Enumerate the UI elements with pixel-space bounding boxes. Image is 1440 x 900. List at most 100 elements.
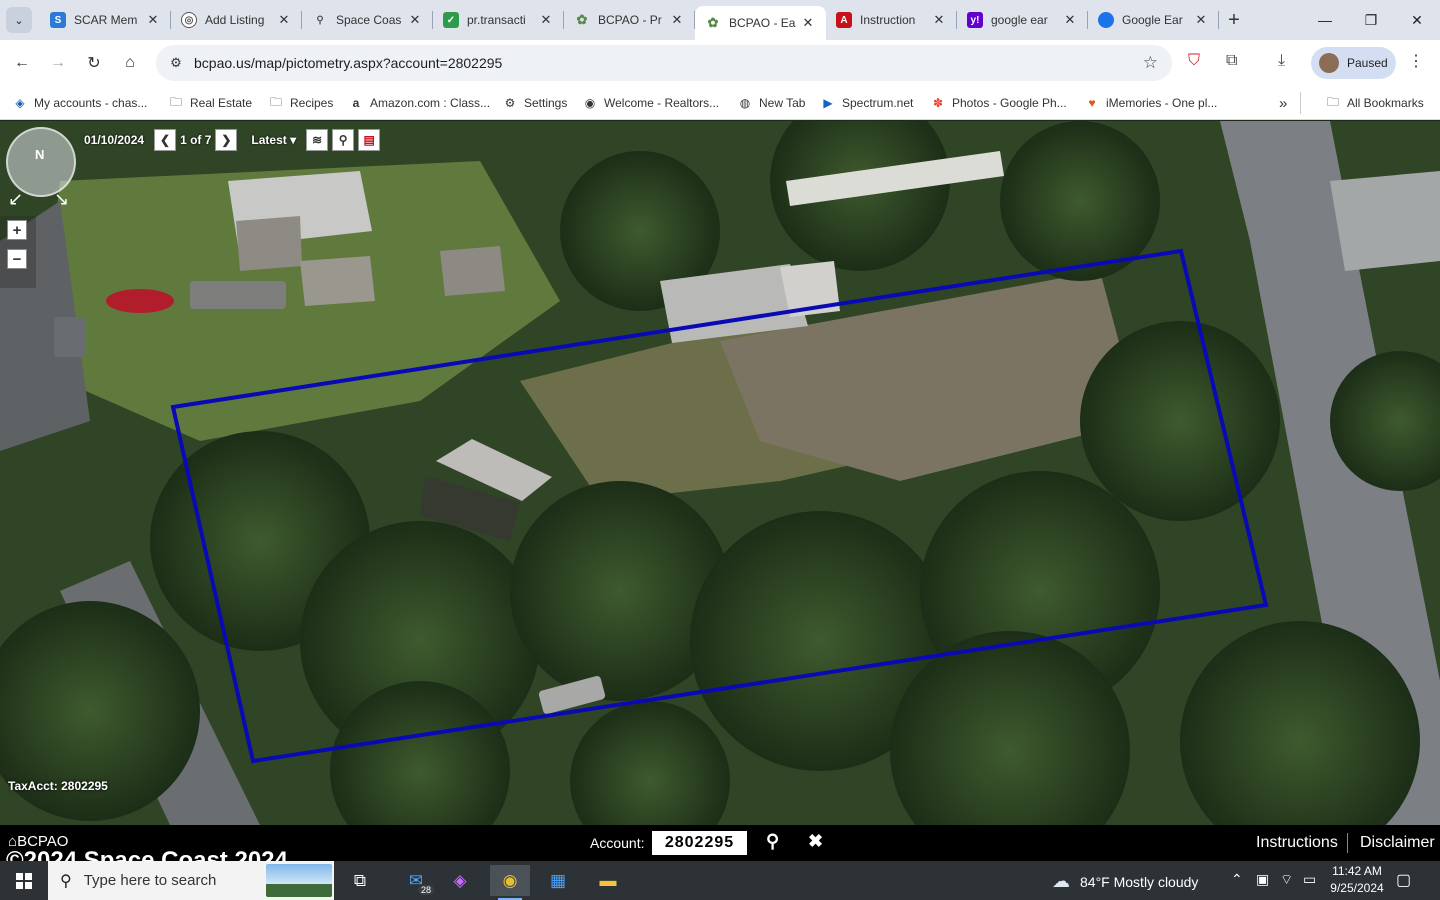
extensions-puzzle-icon[interactable]: ⧉ bbox=[1226, 52, 1237, 70]
aerial-map[interactable]: N ↙ ↘ + − 01/10/2024 ❮ 1 of 7 ❯ Latest ▾… bbox=[0, 121, 1440, 825]
tab-title: Google Ear bbox=[1122, 13, 1183, 27]
start-button[interactable] bbox=[0, 861, 48, 900]
bookmark-item[interactable]: ◉ Welcome - Realtors... bbox=[582, 93, 719, 113]
close-icon[interactable]: ✕ bbox=[800, 15, 816, 31]
bookmark-label: Recipes bbox=[290, 96, 334, 110]
bookmark-label: Photos - Google Ph... bbox=[952, 96, 1067, 110]
bookmarks-bar: ◈ My accounts - chas... 🗀 Real Estate 🗀 … bbox=[0, 86, 1440, 120]
close-icon[interactable]: ✕ bbox=[538, 12, 554, 28]
latest-dropdown[interactable]: Latest ▾ bbox=[251, 133, 296, 147]
bookmark-item[interactable]: ▶ Spectrum.net bbox=[820, 93, 913, 113]
chevron-double-right-icon: » bbox=[1279, 94, 1288, 112]
image-page-counter: 1 of 7 bbox=[180, 133, 212, 147]
restore-button[interactable]: ❐ bbox=[1348, 0, 1394, 40]
close-icon[interactable]: ✕ bbox=[669, 12, 685, 28]
bookmark-label: Settings bbox=[524, 96, 568, 110]
search-highlight-image bbox=[266, 864, 332, 897]
url-text[interactable]: bcpao.us/map/pictometry.aspx?account=280… bbox=[194, 55, 502, 71]
copilot-button[interactable]: ◈ bbox=[440, 865, 480, 896]
download-icon[interactable]: ⤓ bbox=[1278, 52, 1285, 70]
address-bar[interactable]: ⚙ bcpao.us/map/pictometry.aspx?account=2… bbox=[156, 45, 1172, 81]
pdf-export-button[interactable]: ▤ bbox=[358, 129, 381, 151]
store-icon: ▦ bbox=[549, 870, 567, 890]
reload-button[interactable]: ↻ bbox=[80, 49, 108, 77]
bookmark-item[interactable]: ♥ iMemories - One pl... bbox=[1084, 93, 1217, 113]
menu-icon[interactable]: ⋮ bbox=[1408, 51, 1424, 71]
mail-app-button[interactable]: ✉ 28 bbox=[396, 865, 436, 896]
close-icon[interactable]: ✕ bbox=[145, 12, 161, 28]
layers-button[interactable]: ≋ bbox=[306, 129, 329, 151]
bookmark-item[interactable]: 🗀 Recipes bbox=[268, 93, 333, 113]
new-tab-button[interactable]: + bbox=[1222, 8, 1246, 32]
reload-icon: ↻ bbox=[87, 55, 101, 72]
rotate-left-icon[interactable]: ↙ bbox=[8, 189, 23, 210]
next-image-button[interactable]: ❯ bbox=[215, 129, 238, 151]
previous-image-button[interactable]: ❮ bbox=[154, 129, 177, 151]
tab[interactable]: S SCAR Mem ✕ bbox=[40, 0, 171, 40]
system-clock[interactable]: 11:42 AM 9/25/2024 bbox=[1326, 863, 1388, 897]
bookmark-star-icon[interactable]: ☆ bbox=[1143, 53, 1158, 73]
tab-title: Add Listing bbox=[205, 13, 265, 27]
restore-icon: ❐ bbox=[1364, 11, 1378, 28]
account-input[interactable]: 2802295 bbox=[652, 831, 747, 855]
search-icon[interactable]: ⚲ bbox=[766, 831, 779, 852]
tab[interactable]: y! google ear ✕ bbox=[957, 0, 1088, 40]
chrome-app-button[interactable]: ◉ bbox=[490, 865, 530, 900]
copilot-icon: ◈ bbox=[453, 870, 467, 890]
profile-button[interactable]: Paused bbox=[1311, 47, 1396, 79]
bookmark-item[interactable]: 🗀 Real Estate bbox=[168, 93, 252, 113]
extension-icon[interactable]: ⛉ bbox=[1188, 52, 1200, 70]
layers-icon: ≋ bbox=[312, 133, 323, 147]
tab-search-button[interactable]: ⌄ bbox=[6, 7, 32, 33]
bookmark-item[interactable]: ◍ New Tab bbox=[737, 93, 806, 113]
store-app-button[interactable]: ▦ bbox=[538, 865, 578, 896]
arrow-left-icon: ← bbox=[14, 54, 30, 71]
aerial-imagery bbox=[0, 121, 1440, 825]
tab-title: Space Coas bbox=[336, 13, 402, 27]
tab[interactable]: ✿ BCPAO - Pr ✕ bbox=[564, 0, 695, 40]
tab[interactable]: Google Ear ✕ bbox=[1088, 0, 1219, 40]
instructions-link[interactable]: Instructions bbox=[1256, 834, 1338, 852]
bookmark-label: iMemories - One pl... bbox=[1106, 96, 1218, 110]
rotate-right-icon[interactable]: ↘ bbox=[54, 189, 69, 210]
tab[interactable]: ⚲ Space Coas ✕ bbox=[302, 0, 433, 40]
close-icon[interactable]: ✕ bbox=[1193, 12, 1209, 28]
notification-icon[interactable]: ▢ bbox=[1396, 870, 1411, 890]
meet-icon[interactable]: ▣ bbox=[1256, 871, 1269, 888]
bookmark-item[interactable]: ✽ Photos - Google Ph... bbox=[930, 93, 1067, 113]
zoom-out-button[interactable]: − bbox=[7, 249, 27, 269]
close-icon[interactable]: ✕ bbox=[1062, 12, 1078, 28]
clear-icon[interactable]: ✖ bbox=[808, 831, 823, 852]
bookmark-item[interactable]: ⚙ Settings bbox=[502, 93, 568, 113]
tab[interactable]: ✓ pr.transacti ✕ bbox=[433, 0, 564, 40]
bookmark-item[interactable]: ◈ My accounts - chas... bbox=[12, 93, 147, 113]
task-view-button[interactable]: ⧉ bbox=[340, 865, 380, 896]
forward-button[interactable]: → bbox=[44, 49, 72, 77]
chevron-up-icon[interactable]: ⌃ bbox=[1231, 871, 1243, 888]
disclaimer-link[interactable]: Disclaimer bbox=[1360, 834, 1435, 852]
wifi-icon[interactable]: ⌔ bbox=[1280, 871, 1293, 889]
bookmark-item[interactable]: a Amazon.com : Class... bbox=[348, 93, 490, 113]
navigation-bar: ← → ↻ ⌂ ⚙ bcpao.us/map/pictometry.aspx?a… bbox=[0, 40, 1440, 86]
tab-active[interactable]: ✿ BCPAO - Ea ✕ bbox=[695, 6, 826, 40]
mail-badge: 28 bbox=[417, 885, 434, 895]
file-explorer-button[interactable]: ▬ bbox=[588, 865, 628, 896]
tab[interactable]: A Instruction ✕ bbox=[826, 0, 957, 40]
close-window-button[interactable]: ✕ bbox=[1394, 0, 1440, 40]
tab[interactable]: ◎ Add Listing ✕ bbox=[171, 0, 302, 40]
weather-widget[interactable]: ☁ 84°F Mostly cloudy bbox=[1052, 871, 1198, 892]
back-button[interactable]: ← bbox=[8, 49, 36, 77]
home-button[interactable]: ⌂ bbox=[116, 49, 144, 77]
bookmarks-overflow-button[interactable]: » bbox=[1279, 93, 1287, 113]
site-info-icon[interactable]: ⚙ bbox=[162, 55, 190, 71]
taskbar-search[interactable]: ⚲ Type here to search bbox=[48, 861, 334, 900]
minimize-button[interactable]: — bbox=[1302, 0, 1348, 40]
zoom-in-button[interactable]: + bbox=[7, 220, 27, 240]
battery-icon[interactable]: ▭ bbox=[1303, 871, 1316, 888]
all-bookmarks-button[interactable]: 🗀 All Bookmarks bbox=[1325, 93, 1424, 113]
close-icon[interactable]: ✕ bbox=[407, 12, 423, 28]
compass-control[interactable]: N bbox=[6, 127, 76, 197]
pin-button[interactable]: ⚲ bbox=[332, 129, 355, 151]
close-icon[interactable]: ✕ bbox=[931, 12, 947, 28]
close-icon[interactable]: ✕ bbox=[276, 12, 292, 28]
